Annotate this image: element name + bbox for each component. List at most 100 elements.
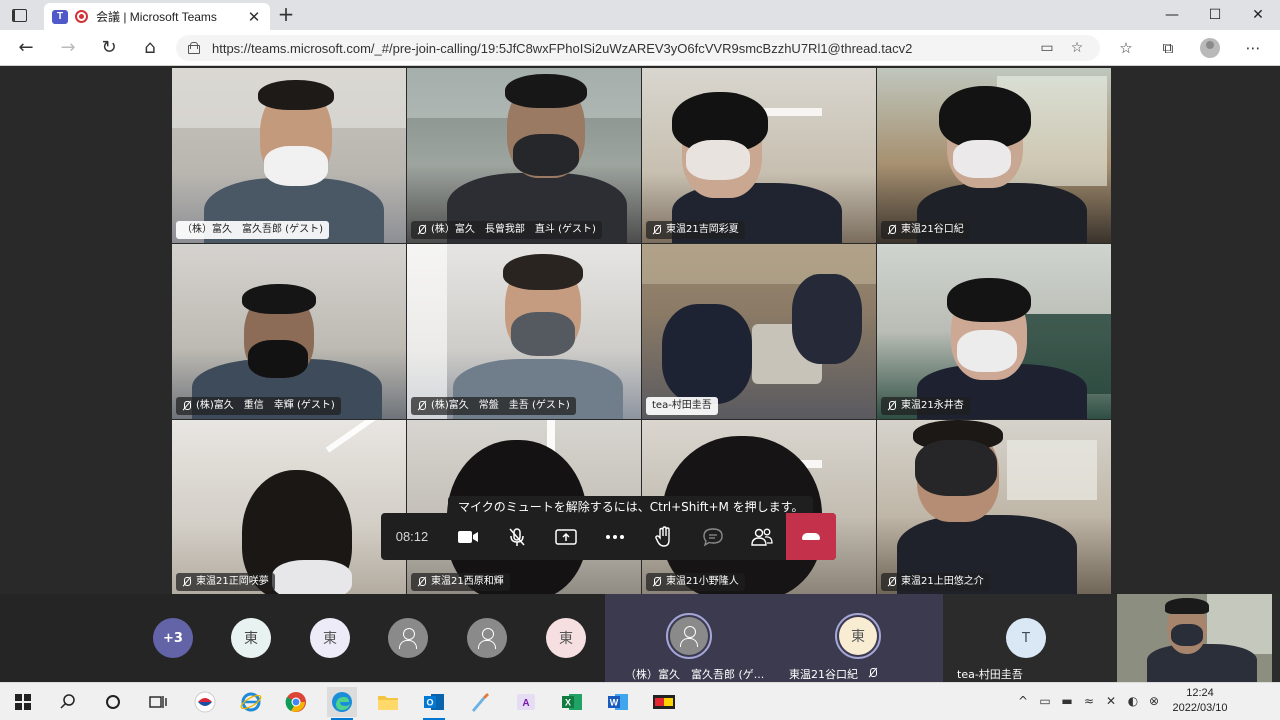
browser-tab-teams[interactable]: T 会議 | Microsoft Teams ✕ [44, 3, 270, 30]
participant-strip: +3 東 東 東 （株）富久 富久吾郎 (ゲ... 東 東温21谷口紀 T te… [0, 594, 1280, 682]
chrome-icon[interactable] [281, 687, 311, 717]
minimize-button[interactable]: — [1152, 4, 1192, 26]
collections-icon[interactable]: ⧉ [1156, 37, 1180, 59]
forward-button[interactable]: → [55, 36, 81, 60]
outlook-icon[interactable]: O [419, 687, 449, 720]
camera-button[interactable] [443, 513, 492, 560]
participant-card[interactable]: T tea-村田圭吾 [943, 594, 1113, 682]
share-tray-icon [554, 528, 577, 545]
excel-icon[interactable]: X [557, 687, 587, 717]
participant-name-tag: 東温21小野隆人 [646, 573, 745, 591]
onenote-icon[interactable]: A [511, 687, 541, 717]
mic-off-icon [417, 401, 426, 411]
participant-avatar[interactable] [388, 618, 428, 658]
mic-off-icon [417, 225, 426, 235]
overflow-avatars: +3 東 東 東 [0, 594, 605, 682]
video-tile[interactable]: 東温21吉岡彩夏 [642, 68, 876, 243]
tab-close-icon[interactable]: ✕ [246, 8, 262, 26]
favorites-icon[interactable]: ☆ [1114, 37, 1138, 59]
participant-avatar[interactable] [467, 618, 507, 658]
participant-avatar[interactable]: 東 [310, 618, 350, 658]
restore-button[interactable]: ☐ [1195, 4, 1235, 26]
add-favorite-icon[interactable]: ☆ [1066, 39, 1088, 57]
cortana-button[interactable] [98, 687, 128, 717]
clock-date: 2022/03/10 [1172, 702, 1228, 714]
browser-tab-bar: T 会議 | Microsoft Teams ✕ + — ☐ ✕ [0, 0, 1280, 30]
participants-button[interactable] [737, 513, 786, 560]
svg-text:A: A [522, 698, 529, 709]
chat-icon [702, 527, 723, 547]
new-tab-button[interactable]: + [276, 3, 296, 27]
file-explorer-icon[interactable] [373, 687, 403, 717]
video-tile[interactable]: 東温21永井杏 [877, 244, 1111, 419]
windows-logo-icon [15, 694, 31, 710]
battery-icon[interactable]: ▬ [1059, 694, 1075, 708]
word-icon[interactable]: W [603, 687, 633, 717]
meeting-stage: （株）富久 富久吾郎 (ゲスト) (株）富久 長曾我部 直斗 (ゲスト) 東温2… [0, 67, 1280, 595]
ie-icon [240, 692, 262, 712]
task-view-button[interactable] [143, 687, 173, 717]
video-tile[interactable]: (株)富久 常盤 圭吾 (ゲスト) [407, 244, 641, 419]
tray-close-icon[interactable]: ⊗ [1146, 694, 1162, 708]
self-preview-video[interactable] [1117, 594, 1272, 682]
mic-button[interactable] [492, 513, 541, 560]
video-tile[interactable]: tea-村田圭吾 [642, 244, 876, 419]
participant-avatar[interactable]: 東 [231, 618, 271, 658]
video-tile[interactable]: (株）富久 長曾我部 直斗 (ゲスト) [407, 68, 641, 243]
reload-button[interactable]: ↻ [96, 36, 122, 60]
lock-icon[interactable] [188, 42, 200, 54]
video-tile[interactable]: （株）富久 富久吾郎 (ゲスト) [172, 68, 406, 243]
chat-button[interactable] [688, 513, 737, 560]
wifi-icon[interactable]: ≈ [1081, 694, 1097, 708]
back-button[interactable]: ← [13, 36, 39, 60]
taskbar-app-icon[interactable] [190, 687, 220, 717]
hang-up-button[interactable] [786, 513, 836, 560]
video-tile[interactable]: 東温21正岡咲夢 [172, 420, 406, 595]
tab-title: 会議 | Microsoft Teams [96, 10, 217, 24]
taskbar-clock[interactable]: 12:24 2022/03/10 [1168, 686, 1232, 716]
taskbar-app-icon[interactable] [649, 687, 679, 717]
search-button[interactable] [53, 687, 83, 717]
call-control-bar: 08:12 [381, 513, 836, 560]
participant-card[interactable]: 東 東温21谷口紀 [773, 594, 943, 682]
internet-explorer-icon[interactable] [236, 687, 266, 717]
url-field[interactable]: https://teams.microsoft.com/_#/pre-join-… [176, 35, 1100, 61]
speaking-ring [666, 613, 712, 659]
close-window-button[interactable]: ✕ [1238, 4, 1278, 26]
settings-more-icon[interactable]: ⋯ [1241, 37, 1265, 59]
more-actions-button[interactable] [590, 513, 639, 560]
participant-name-tag: 東温21正岡咲夢 [176, 573, 275, 591]
tray-expand-icon[interactable]: ^ [1015, 694, 1031, 708]
home-button[interactable]: ⌂ [137, 36, 163, 60]
participant-card-name: tea-村田圭吾 [957, 668, 1023, 681]
mic-off-icon [652, 225, 661, 235]
task-view-icon [149, 696, 167, 708]
volume-muted-icon[interactable]: ✕ [1103, 694, 1119, 708]
participant-avatar[interactable]: 東 [546, 618, 586, 658]
raise-hand-button[interactable] [639, 513, 688, 560]
tray-app-icon[interactable]: ◐ [1125, 694, 1141, 708]
participant-avatar: T [1006, 618, 1046, 658]
url-text[interactable]: https://teams.microsoft.com/_#/pre-join-… [212, 41, 1028, 56]
raise-hand-icon [654, 525, 670, 547]
cortana-icon [106, 695, 120, 709]
share-button[interactable] [541, 513, 590, 560]
speaking-ring: 東 [835, 613, 881, 659]
video-tile[interactable]: 東温21上田悠之介 [877, 420, 1111, 595]
profile-avatar[interactable] [1200, 38, 1220, 58]
meet-now-icon[interactable]: ▭ [1037, 694, 1053, 708]
paint-icon[interactable] [465, 687, 495, 717]
video-tile[interactable]: (株)富久 重信 幸輝 (ゲスト) [172, 244, 406, 419]
participant-card[interactable]: （株）富久 富久吾郎 (ゲ... [605, 594, 773, 682]
mic-off-icon [868, 668, 877, 678]
edge-icon[interactable] [327, 687, 357, 720]
video-tile[interactable]: 東温21谷口紀 [877, 68, 1111, 243]
start-button[interactable] [8, 687, 38, 717]
onenote-logo-icon: A [517, 694, 535, 710]
more-icon [605, 534, 624, 539]
person-icon [399, 628, 417, 649]
overflow-count-badge[interactable]: +3 [153, 618, 193, 658]
tab-actions-icon[interactable] [10, 6, 28, 24]
camera-permission-icon[interactable]: ▭ [1036, 39, 1058, 57]
mic-off-icon [887, 225, 896, 235]
